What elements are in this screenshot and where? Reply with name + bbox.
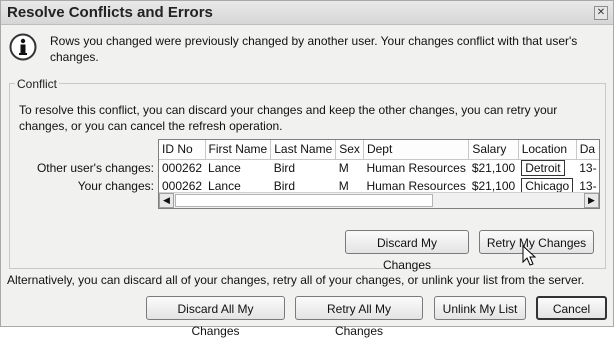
column-header-sex[interactable]: Sex	[335, 140, 364, 160]
info-icon	[9, 33, 37, 61]
table-row[interactable]: 000262 Lance Bird M Human Resources $21,…	[159, 159, 599, 177]
dialog-title: Resolve Conflicts and Errors	[7, 4, 213, 21]
scroll-left-icon[interactable]: ◀	[159, 193, 174, 208]
column-header-salary[interactable]: Salary	[468, 140, 519, 160]
column-header-first-name[interactable]: First Name	[205, 140, 272, 160]
retry-all-my-changes-button[interactable]: Retry All My Changes	[295, 296, 423, 338]
cell-sex: M	[338, 161, 349, 176]
scroll-thumb[interactable]	[175, 194, 433, 207]
cancel-button[interactable]: Cancel	[536, 296, 607, 320]
location-conflict-value: Detroit	[521, 160, 565, 177]
cell-salary: $21,100	[471, 161, 516, 176]
close-icon[interactable]: ✕	[594, 6, 608, 20]
column-header-id-no[interactable]: ID No	[159, 140, 206, 160]
cell-last-name: Bird	[273, 161, 296, 176]
conflict-legend: Conflict	[15, 77, 60, 91]
column-header-last-name[interactable]: Last Name	[270, 140, 337, 160]
your-changes-label: Your changes:	[77, 179, 154, 193]
discard-my-changes-button[interactable]: Discard My Changes	[345, 230, 469, 272]
cell-dept: Human Resources	[366, 161, 466, 176]
cell-date: 13-	[579, 161, 597, 176]
conflict-grid[interactable]: ID No First Name Last Name Sex Dept Sala…	[158, 139, 600, 209]
title-bar: Resolve Conflicts and Errors ✕	[1, 1, 613, 25]
scroll-right-icon[interactable]: ▶	[584, 193, 599, 208]
cell-location: Detroit	[518, 159, 576, 177]
unlink-my-list-button[interactable]: Unlink My List	[434, 296, 526, 320]
column-header-date[interactable]: Da	[576, 140, 599, 160]
other-user-changes-label: Other user's changes:	[36, 161, 154, 175]
horizontal-scrollbar[interactable]: ◀ ▶	[159, 192, 599, 208]
conflict-table: ID No First Name Last Name Sex Dept Sala…	[159, 140, 599, 195]
conflict-message: Rows you changed were previously changed…	[50, 34, 578, 64]
discard-all-my-changes-button[interactable]: Discard All My Changes	[146, 296, 285, 338]
cell-first-name: Lance	[208, 161, 241, 176]
resolve-instructions: To resolve this conflict, you can discar…	[19, 103, 558, 133]
resolve-conflicts-dialog: Resolve Conflicts and Errors ✕ Rows you …	[0, 0, 614, 338]
cell-id-no: 000262	[162, 161, 203, 176]
column-header-location[interactable]: Location	[518, 140, 577, 160]
alternative-options-text: Alternatively, you can discard all of yo…	[7, 273, 585, 287]
column-header-dept[interactable]: Dept	[363, 140, 470, 160]
mouse-pointer-icon	[522, 245, 537, 266]
table-header-row: ID No First Name Last Name Sex Dept Sala…	[159, 140, 599, 160]
